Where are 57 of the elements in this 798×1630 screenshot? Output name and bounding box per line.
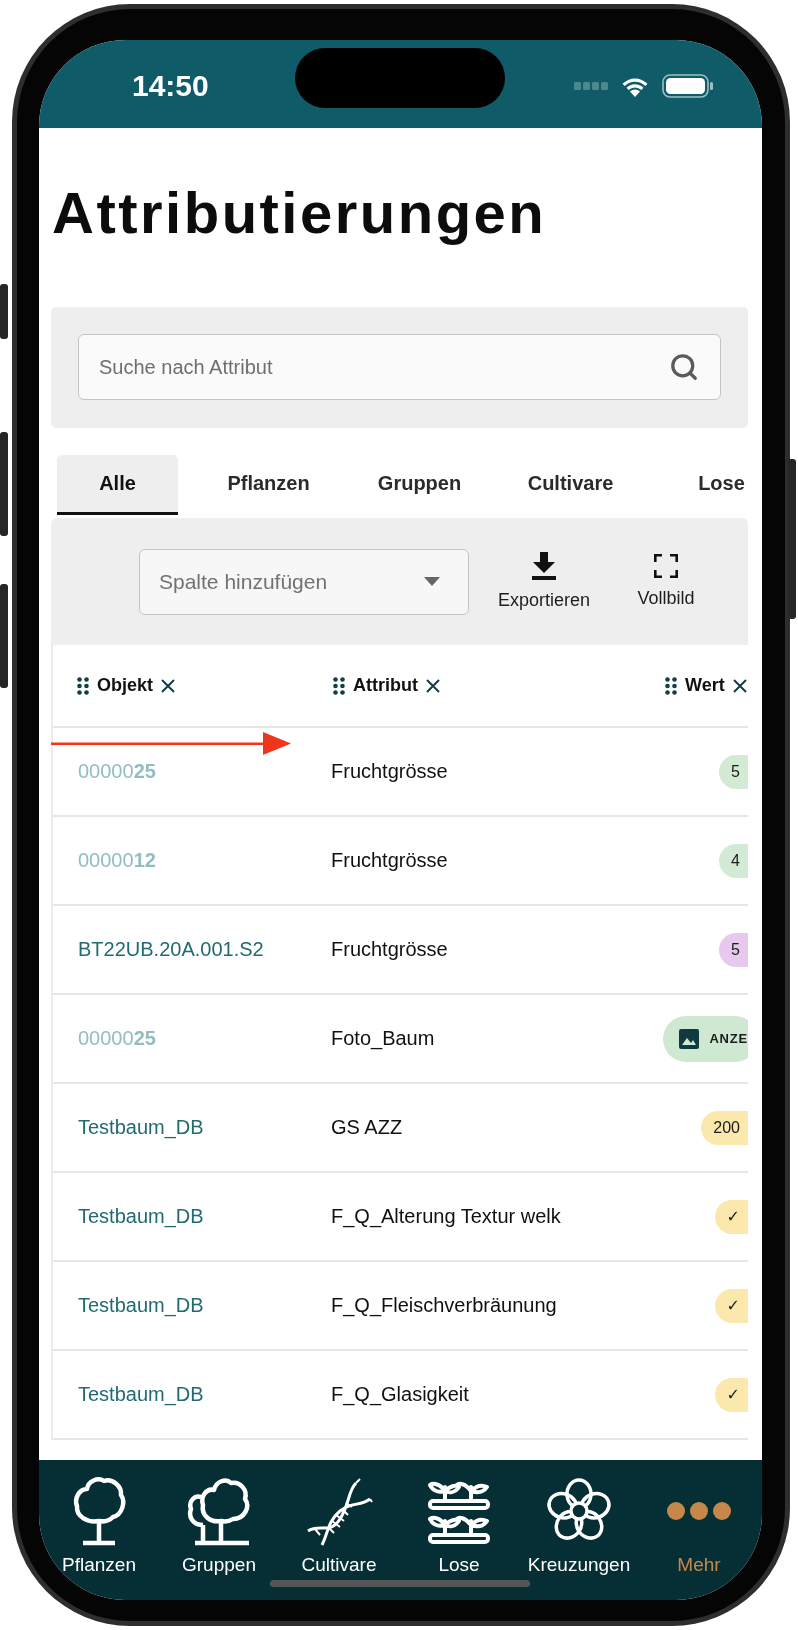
filter-tab[interactable]: Cultivare — [510, 455, 631, 515]
value-badge: 5 — [719, 754, 748, 789]
nav-item[interactable]: Gruppen — [159, 1460, 279, 1600]
nav-item[interactable]: Kreuzungen — [519, 1460, 639, 1600]
attribute-cell: Fruchtgrösse — [331, 760, 448, 783]
drag-handle-icon[interactable] — [333, 676, 345, 695]
download-icon — [531, 552, 557, 580]
fullscreen-icon — [654, 554, 678, 578]
nav-item[interactable]: Mehr — [639, 1460, 759, 1600]
status-time: 14:50 — [132, 69, 209, 103]
column-select[interactable]: Spalte hinzufügen — [139, 548, 469, 615]
attribute-cell: F_Q_Alterung Textur welk — [331, 1205, 561, 1228]
value-badge: 5 — [719, 932, 748, 967]
page-title: Attributierungen — [52, 179, 547, 247]
filter-tab[interactable]: Alle — [57, 455, 178, 515]
nav-item[interactable]: Pflanzen — [39, 1460, 159, 1600]
object-link[interactable]: Testbaum_DB — [78, 1294, 204, 1317]
attribute-cell: F_Q_Glasigkeit — [331, 1383, 469, 1406]
show-image-button[interactable]: ANZE — [663, 1015, 748, 1062]
nav-item[interactable]: Lose — [399, 1460, 519, 1600]
export-button[interactable]: Exportieren — [481, 552, 607, 611]
filter-tab[interactable]: Pflanzen — [208, 455, 329, 515]
column-header[interactable]: Wert — [685, 675, 725, 696]
column-header[interactable]: Objekt — [97, 675, 153, 696]
object-link[interactable]: BT22UB.20A.001.S2 — [78, 938, 264, 961]
signal-icon — [574, 82, 608, 90]
check-badge: ✓ — [714, 1377, 748, 1412]
value-badge: 4 — [719, 843, 748, 878]
search-field[interactable]: Suche nach Attribut — [78, 334, 721, 400]
caret-icon — [424, 577, 440, 586]
attribute-cell: Fruchtgrösse — [331, 849, 448, 872]
battery-icon — [662, 74, 714, 98]
attribute-cell: GS AZZ — [331, 1116, 403, 1139]
object-link[interactable]: Testbaum_DB — [78, 1205, 204, 1228]
close-icon[interactable] — [161, 678, 175, 693]
select-placeholder: Spalte hinzufügen — [159, 569, 328, 594]
drag-handle-icon[interactable] — [77, 676, 89, 695]
value-badge: 200 — [701, 1110, 748, 1145]
more-icon — [666, 1501, 732, 1521]
close-icon[interactable] — [426, 678, 440, 693]
column-header[interactable]: Attribut — [353, 675, 418, 696]
close-icon[interactable] — [732, 678, 747, 693]
attribute-cell: Foto_Baum — [331, 1027, 435, 1050]
attribute-cell: F_Q_Fleischverbräunung — [331, 1294, 557, 1317]
image-icon — [679, 1028, 700, 1049]
fullscreen-button[interactable]: Vollbild — [611, 554, 721, 609]
check-badge: ✓ — [714, 1199, 748, 1234]
object-link[interactable]: Testbaum_DB — [78, 1116, 204, 1139]
trees-icon — [185, 1475, 253, 1547]
drag-handle-icon[interactable] — [665, 676, 677, 695]
search-icon[interactable] — [669, 352, 699, 382]
filter-tab[interactable]: Lose — [661, 455, 748, 515]
object-link[interactable]: Testbaum_DB — [78, 1383, 204, 1406]
attribute-cell: Fruchtgrösse — [331, 938, 448, 961]
check-badge: ✓ — [714, 1288, 748, 1323]
nav-item[interactable]: Cultivare — [279, 1460, 399, 1600]
filter-tab[interactable]: Gruppen — [359, 455, 480, 515]
